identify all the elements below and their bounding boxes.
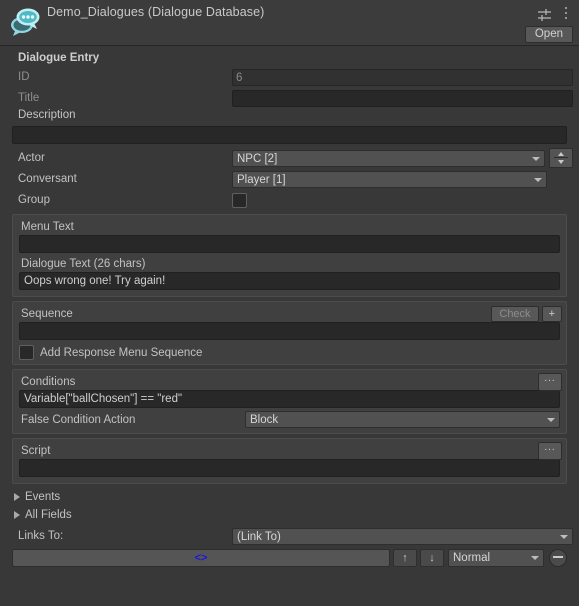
arrow-down-icon	[558, 160, 564, 164]
link-priority-value: Normal	[453, 552, 491, 564]
group-checkbox[interactable]	[232, 192, 247, 208]
actor-dropdown[interactable]: NPC [2]	[232, 149, 545, 167]
preset-sliders-icon[interactable]	[537, 8, 552, 22]
conversant-dropdown[interactable]: Player [1]	[232, 170, 547, 188]
chevron-down-icon	[547, 418, 555, 422]
sequence-add-button[interactable]: +	[541, 305, 562, 322]
link-move-up-button[interactable]: ↑	[393, 549, 417, 567]
conditions-input[interactable]: Variable["ballChosen"] == "red"	[19, 390, 560, 408]
dialogue-text-input[interactable]: Oops wrong one! Try again!	[19, 272, 560, 290]
false-condition-label: False Condition Action	[21, 413, 136, 426]
link-move-down-button[interactable]: ↓	[420, 549, 444, 567]
inspector-window: Demo_Dialogues (Dialogue Database) Open …	[0, 0, 579, 606]
inspector-header: Demo_Dialogues (Dialogue Database) Open	[0, 0, 579, 46]
actor-swap-button[interactable]	[549, 148, 573, 168]
group-row: Group	[6, 190, 573, 210]
conditions-panel: Conditions ... Variable["ballChosen"] ==…	[12, 369, 567, 434]
chevron-down-icon	[560, 534, 568, 539]
description-label: Description	[18, 109, 76, 121]
sequence-label: Sequence	[21, 307, 73, 320]
link-target-button[interactable]: <>	[12, 549, 390, 567]
dialogue-text-row: Oops wrong one! Try again!	[13, 272, 566, 290]
conditions-value-row: Variable["ballChosen"] == "red"	[13, 390, 566, 408]
menu-text-label: Menu Text	[21, 220, 74, 233]
swap-divider	[554, 157, 568, 158]
conversant-label: Conversant	[18, 173, 77, 185]
links-to-row: Links To: (Link To)	[6, 526, 573, 546]
inspector-body: Dialogue Entry ID 6 Title Description Ac…	[0, 46, 579, 567]
sequence-panel: Sequence Check + Add Response Menu Seque…	[12, 301, 567, 365]
id-field: 6	[232, 68, 573, 86]
false-condition-row: False Condition Action Block	[13, 410, 566, 429]
dialogue-text-header: Dialogue Text (26 chars)	[13, 255, 566, 272]
conversant-row: Conversant Player [1]	[6, 169, 573, 189]
chevron-down-icon	[532, 156, 540, 161]
sequence-check-button[interactable]: Check	[491, 305, 539, 322]
script-header: Script ...	[13, 441, 566, 460]
menu-text-input[interactable]	[19, 235, 560, 253]
events-label: Events	[25, 491, 61, 503]
chevron-down-icon	[531, 556, 539, 560]
response-menu-row: Add Response Menu Sequence	[13, 342, 566, 360]
dialogue-text-label: Dialogue Text (26 chars)	[21, 257, 146, 270]
arrow-up-icon	[558, 152, 564, 156]
script-input[interactable]	[19, 459, 560, 477]
conversant-value: Player [1]	[237, 173, 286, 186]
open-button[interactable]: Open	[524, 26, 573, 43]
conditions-label: Conditions	[21, 375, 76, 388]
links-to-value: (Link To)	[237, 530, 281, 543]
sequence-value-row	[13, 322, 566, 340]
dialogue-entry-heading: Dialogue Entry	[18, 52, 100, 64]
sequence-header: Sequence Check +	[13, 305, 566, 322]
actor-value: NPC [2]	[237, 152, 278, 165]
menu-text-row	[13, 235, 566, 253]
chevron-right-icon	[14, 493, 20, 501]
actor-label: Actor	[18, 152, 45, 164]
title-label: Title	[18, 92, 40, 104]
all-fields-label: All Fields	[25, 509, 72, 521]
dialogue-text-panel: Menu Text Dialogue Text (26 chars) Oops …	[12, 214, 567, 297]
title-row: Title	[6, 88, 573, 108]
link-entry-row: <> ↑ ↓ Normal	[6, 549, 573, 567]
all-fields-foldout[interactable]: All Fields	[6, 506, 573, 524]
description-input[interactable]	[12, 126, 567, 144]
script-menu-button[interactable]: ...	[538, 441, 562, 460]
response-menu-checkbox[interactable]	[19, 345, 34, 360]
events-foldout[interactable]: Events	[6, 488, 573, 506]
false-condition-value: Block	[250, 414, 279, 426]
links-to-label: Links To:	[18, 530, 64, 542]
title-input[interactable]	[232, 89, 573, 107]
chevron-down-icon	[534, 177, 542, 182]
dialogue-bubble-icon	[8, 4, 42, 38]
kebab-menu-icon[interactable]	[560, 7, 572, 23]
links-to-dropdown[interactable]: (Link To)	[232, 527, 573, 545]
group-label: Group	[18, 194, 50, 206]
response-menu-label: Add Response Menu Sequence	[40, 346, 203, 359]
chevron-right-icon	[14, 511, 20, 519]
remove-link-button[interactable]	[549, 549, 567, 567]
conditions-header: Conditions ...	[13, 372, 566, 391]
page-title: Demo_Dialogues (Dialogue Database)	[47, 5, 265, 19]
menu-text-header: Menu Text	[13, 218, 566, 235]
conditions-menu-button[interactable]: ...	[538, 372, 562, 391]
id-label: ID	[18, 71, 30, 83]
sequence-input[interactable]	[19, 322, 560, 340]
script-value-row	[13, 459, 566, 477]
false-condition-dropdown[interactable]: Block	[245, 411, 560, 428]
script-label: Script	[21, 444, 51, 457]
link-priority-dropdown[interactable]: Normal	[448, 549, 544, 567]
id-row: ID 6	[6, 67, 573, 87]
actor-row: Actor NPC [2]	[6, 148, 573, 168]
script-panel: Script ...	[12, 438, 567, 484]
